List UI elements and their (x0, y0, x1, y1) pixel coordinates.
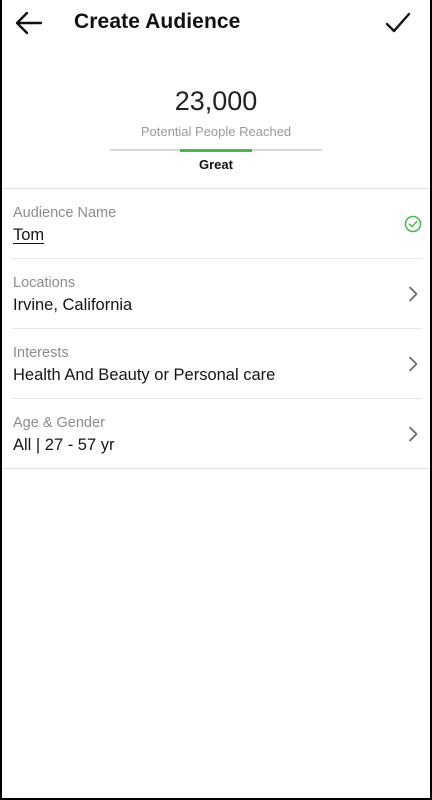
reach-meter (110, 148, 322, 152)
field-label: Age & Gender (13, 415, 105, 431)
chevron-right-icon (409, 356, 418, 372)
reach-label: Potential People Reached (140, 124, 292, 139)
checkmark-icon[interactable] (384, 10, 412, 36)
check-circle-icon (404, 215, 422, 233)
page-title: Create Audience (74, 10, 241, 33)
field-label: Audience Name (13, 205, 117, 221)
reach-count: 23,000 (174, 86, 258, 116)
reach-meter-fill (179, 148, 253, 152)
field-value: Irvine, California (13, 296, 133, 314)
field-label: Locations (13, 275, 76, 291)
field-value: Health And Beauty or Personal care (13, 366, 276, 384)
reach-rating: Great (199, 157, 233, 172)
create-audience-screen: Create Audience 23,000 Potential People … (2, 0, 430, 798)
field-label: Interests (13, 345, 69, 361)
field-interests[interactable]: Interests Health And Beauty or Personal … (12, 329, 422, 399)
field-age-gender[interactable]: Age & Gender All | 27 - 57 yr (2, 399, 430, 469)
field-value: All | 27 - 57 yr (13, 436, 115, 454)
field-audience-name[interactable]: Audience Name Tom (12, 189, 422, 259)
arrow-left-icon[interactable] (14, 10, 44, 36)
chevron-right-icon (409, 426, 418, 442)
chevron-right-icon (409, 286, 418, 302)
audience-fields-list: Audience Name Tom Locations Irvine, Cali… (2, 189, 430, 469)
top-bar: Create Audience (2, 0, 430, 48)
field-locations[interactable]: Locations Irvine, California (12, 259, 422, 329)
audience-name-value[interactable]: Tom (13, 226, 44, 245)
